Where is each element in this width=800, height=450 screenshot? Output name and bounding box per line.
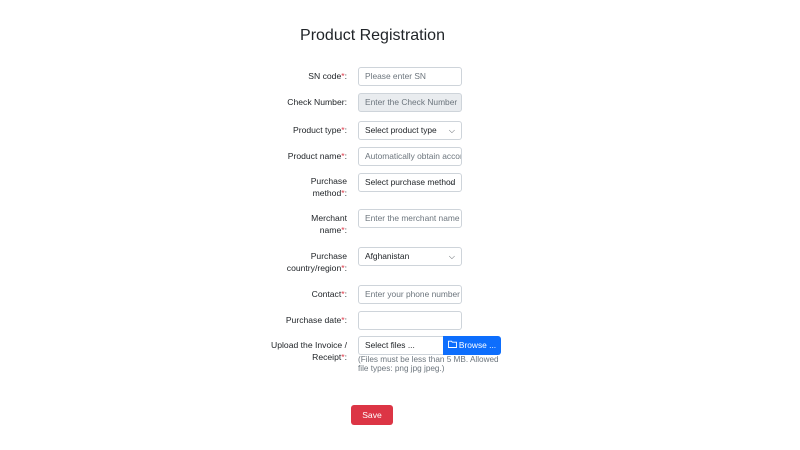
check-number-label: Check Number: [287, 97, 347, 107]
product-name-input[interactable]: Automatically obtain according to SN [358, 147, 462, 166]
product-type-label: Product type*: [293, 125, 347, 135]
check-number-input: Enter the Check Number [358, 93, 462, 112]
country-label: Purchase country/region*: [286, 251, 347, 273]
folder-icon [447, 336, 457, 355]
chevron-down-icon: ⌵ [448, 252, 455, 261]
product-name-label: Product name*: [287, 151, 347, 161]
country-select[interactable]: Afghanistan ⌵ [358, 247, 462, 266]
contact-input[interactable]: Enter your phone number [358, 285, 462, 304]
file-name-display[interactable]: Select files ... [358, 336, 444, 355]
sn-label: SN code*: [308, 71, 347, 81]
save-button[interactable]: Save [351, 405, 393, 425]
purchase-method-label: Purchase method*: [310, 176, 347, 198]
product-type-select[interactable]: Select product type ⌵ [358, 121, 462, 140]
chevron-down-icon: ⌵ [448, 178, 455, 187]
page-title: Product Registration [300, 27, 445, 44]
invoice-label: Upload the Invoice / Receipt*: [271, 340, 347, 362]
purchase-method-select[interactable]: Select purchase method ⌵ [358, 173, 462, 192]
merchant-name-label: Merchant name*: [311, 213, 347, 235]
chevron-down-icon: ⌵ [448, 126, 455, 135]
browse-button[interactable]: Browse ... [443, 336, 501, 355]
purchase-date-input[interactable] [358, 311, 462, 330]
merchant-name-input[interactable]: Enter the merchant name [358, 209, 462, 228]
purchase-date-label: Purchase date*: [285, 315, 347, 325]
contact-label: Contact*: [311, 289, 347, 299]
file-hint: (Files must be less than 5 MB. Allowed f… [358, 355, 499, 373]
sn-input[interactable]: Please enter SN [358, 67, 462, 86]
invoice-file-input[interactable]: Select files ... Browse ... [358, 336, 501, 355]
